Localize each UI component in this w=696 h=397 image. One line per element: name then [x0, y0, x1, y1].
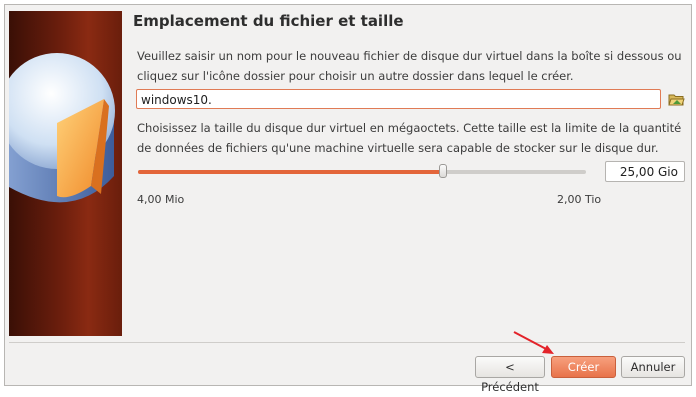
choose-folder-button[interactable]	[668, 91, 685, 108]
size-instruction-text: Choisissez la taille du disque dur virtu…	[137, 121, 682, 155]
file-instruction-text: Veuillez saisir un nom pour le nouveau f…	[137, 49, 682, 83]
create-button[interactable]: Créer	[551, 356, 616, 378]
slider-fill	[138, 170, 443, 174]
folder-open-icon	[668, 94, 685, 106]
hard-disk-pie-icon	[9, 53, 115, 203]
footer-separator	[9, 342, 685, 343]
slider-handle[interactable]	[438, 164, 447, 178]
red-arrow-icon	[513, 331, 554, 354]
page-title: Emplacement du fichier et taille	[133, 12, 404, 30]
previous-button[interactable]: < Précédent	[475, 356, 545, 394]
cancel-button[interactable]: Annuler	[621, 356, 685, 378]
disk-size-input[interactable]: 25,00 Gio	[605, 161, 685, 182]
file-name-input[interactable]: windows10.	[136, 89, 661, 109]
disk-size-slider[interactable]	[138, 164, 586, 178]
slider-min-label: 4,00 Mio	[137, 193, 185, 206]
wizard-banner	[9, 11, 122, 336]
slider-max-label: 2,00 Tio	[557, 193, 602, 206]
